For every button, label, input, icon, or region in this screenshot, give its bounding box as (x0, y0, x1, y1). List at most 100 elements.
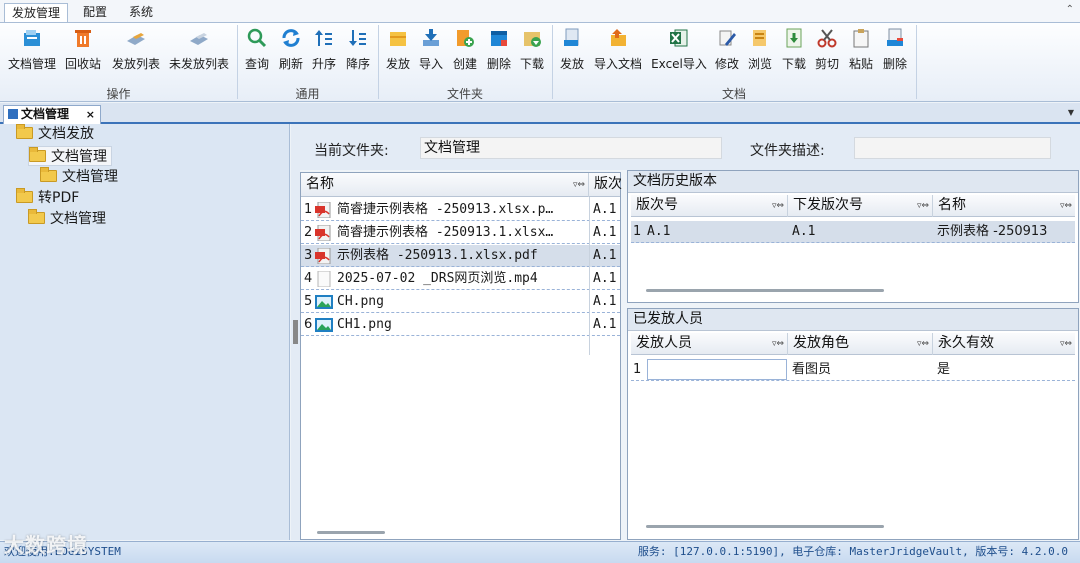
paste-button[interactable]: 粘贴 (847, 25, 875, 73)
paste-icon (853, 29, 869, 48)
folder-tree: 文档发放 文档管理 文档管理 转PDF 文档管理 (0, 124, 290, 540)
tree-node-doc-management-sub[interactable]: 文档管理 (40, 167, 118, 187)
collapse-ribbon-icon[interactable]: ⌃ (1066, 4, 1074, 15)
doc-download-button[interactable]: 下载 (780, 25, 808, 73)
history-grid-header: 版次号 ▿⇔ 下发版次号 ▿⇔ 名称 ▿⇔ (631, 195, 1075, 217)
menu-bar: 发放管理 配置 系统 ⌃ (0, 0, 1080, 22)
folder-description-field[interactable] (854, 137, 1051, 159)
sort-ascending-icon (315, 30, 332, 46)
issued-persons-title: 已发放人员 (628, 309, 1078, 331)
folder-import-button[interactable]: 导入 (417, 25, 445, 73)
sort-descending-button[interactable]: 降序 (344, 25, 372, 73)
file-row[interactable]: 2 简睿捷示例表格 -250913.1.xlsx… A.1 (301, 222, 620, 244)
doc-management-icon (24, 30, 40, 46)
doc-management-button[interactable]: 文档管理 (6, 25, 58, 73)
history-row[interactable]: 1 A.1 A.1 示例表格 -250913 (631, 221, 1075, 243)
file-icon (315, 270, 333, 288)
column-filter-icon[interactable]: ▿⇔ (917, 196, 929, 217)
tab-list-dropdown-icon[interactable]: ▼ (1068, 108, 1074, 117)
group-label-operation: 操作 (106, 87, 131, 101)
document-tab-strip: 文档管理 × ▼ (0, 103, 1080, 124)
column-header-name[interactable]: 名称 ▿⇔ (933, 195, 1075, 217)
query-button[interactable]: 查询 (243, 25, 271, 73)
folder-create-button[interactable]: 创建 (450, 25, 480, 73)
close-tab-icon[interactable]: × (86, 106, 95, 123)
modify-button[interactable]: 修改 (713, 25, 741, 73)
group-label-folder: 文件夹 (446, 87, 483, 101)
pdf-icon (315, 224, 333, 242)
recycle-bin-icon (75, 30, 91, 47)
splitter-grip[interactable] (293, 320, 298, 344)
release-list-button[interactable]: 发放列表 (110, 25, 162, 73)
browse-button[interactable]: 浏览 (746, 25, 774, 73)
file-row[interactable]: 3 示例表格 -250913.1.xlsx.pdf A.1 (301, 245, 620, 267)
column-header-issue-version[interactable]: 下发版次号 ▿⇔ (788, 195, 933, 217)
pdf-icon (315, 247, 333, 265)
column-header-issued-role[interactable]: 发放角色 ▿⇔ (788, 333, 933, 355)
horizontal-scrollbar[interactable] (317, 531, 385, 534)
folder-delete-button[interactable]: 删除 (485, 25, 513, 73)
file-row[interactable]: 6 CH1.png A.1 (301, 314, 620, 336)
file-row[interactable]: 5 CH.png A.1 (301, 291, 620, 313)
file-name: 简睿捷示例表格 -250913.1.xlsx… (337, 225, 554, 240)
tree-node-doc-release[interactable]: 文档发放 (16, 124, 94, 144)
excel-import-button[interactable]: Excel导入 (650, 25, 708, 73)
column-filter-icon[interactable]: ▿⇔ (573, 174, 585, 196)
import-arrow-icon (423, 29, 439, 46)
doc-release-icon (564, 28, 579, 46)
column-header-issued-person[interactable]: 发放人员 ▿⇔ (631, 333, 788, 355)
import-document-button[interactable]: 导入文档 (592, 25, 644, 73)
column-filter-icon[interactable]: ▿⇔ (917, 334, 929, 355)
issued-row[interactable]: 1 看图员 是 (631, 359, 1075, 381)
file-name: CH1.png (337, 317, 392, 332)
folder-icon (16, 188, 33, 203)
tab-doc-management[interactable]: 文档管理 × (3, 105, 101, 124)
folder-release-icon (390, 32, 406, 46)
unreleased-list-button[interactable]: 未发放列表 (168, 25, 230, 73)
file-row[interactable]: 1 简睿捷示例表格 -250913.xlsx.p… A.1 (301, 199, 620, 221)
column-header-permanent[interactable]: 永久有效 ▿⇔ (933, 333, 1075, 355)
file-row[interactable]: 4 2025-07-02 _DRS网页浏览.mp4 A.1 (301, 268, 620, 290)
refresh-icon (282, 29, 300, 47)
tree-node-pdf-doc-management[interactable]: 文档管理 (28, 209, 106, 229)
browse-icon (753, 30, 766, 46)
column-header-name[interactable]: 名称 ▿⇔ (301, 173, 589, 197)
release-list-icon (127, 33, 145, 45)
column-header-version-no[interactable]: 版次号 ▿⇔ (631, 195, 788, 217)
folder-release-button[interactable]: 发放 (384, 25, 412, 73)
file-version: A.1 (593, 202, 617, 217)
group-label-document: 文档 (721, 87, 746, 101)
cut-button[interactable]: 剪切 (813, 25, 841, 73)
tab-system[interactable]: 系统 (122, 3, 160, 22)
delete-folder-icon (491, 31, 507, 46)
column-filter-icon[interactable]: ▿⇔ (772, 196, 784, 217)
image-icon (315, 317, 333, 333)
tab-config[interactable]: 配置 (76, 3, 114, 22)
column-header-version[interactable]: 版次 (589, 173, 622, 197)
ribbon: 文档管理 回收站 发放列表 未发放列表 操作 查询 刷新 升序 降序 通用 发放… (0, 22, 1080, 102)
recycle-bin-button[interactable]: 回收站 (63, 25, 103, 73)
column-filter-icon[interactable]: ▿⇔ (1060, 334, 1072, 355)
tree-node-doc-management-selected[interactable]: 文档管理 (28, 146, 112, 166)
doc-delete-button[interactable]: 删除 (881, 25, 909, 73)
folder-icon (28, 209, 45, 224)
column-filter-icon[interactable]: ▿⇔ (1060, 196, 1072, 217)
file-grid-header: 名称 ▿⇔ 版次 (301, 173, 622, 197)
tree-node-to-pdf[interactable]: 转PDF (16, 188, 79, 208)
excel-icon (670, 29, 688, 47)
folder-download-button[interactable]: 下载 (518, 25, 546, 73)
sort-ascending-button[interactable]: 升序 (310, 25, 338, 73)
file-version: A.1 (593, 248, 617, 263)
column-filter-icon[interactable]: ▿⇔ (772, 334, 784, 355)
issued-person-cell[interactable] (647, 359, 787, 380)
horizontal-scrollbar[interactable] (646, 525, 884, 528)
search-icon (247, 28, 267, 48)
tab-release-management[interactable]: 发放管理 (4, 3, 69, 22)
doc-release-button[interactable]: 发放 (558, 25, 586, 73)
file-name: 示例表格 -250913.1.xlsx.pdf (337, 248, 538, 263)
current-folder-field[interactable]: 文档管理 (420, 137, 722, 159)
refresh-button[interactable]: 刷新 (277, 25, 305, 73)
download-icon (786, 28, 802, 48)
horizontal-scrollbar[interactable] (646, 289, 884, 292)
sort-descending-icon (349, 30, 366, 46)
